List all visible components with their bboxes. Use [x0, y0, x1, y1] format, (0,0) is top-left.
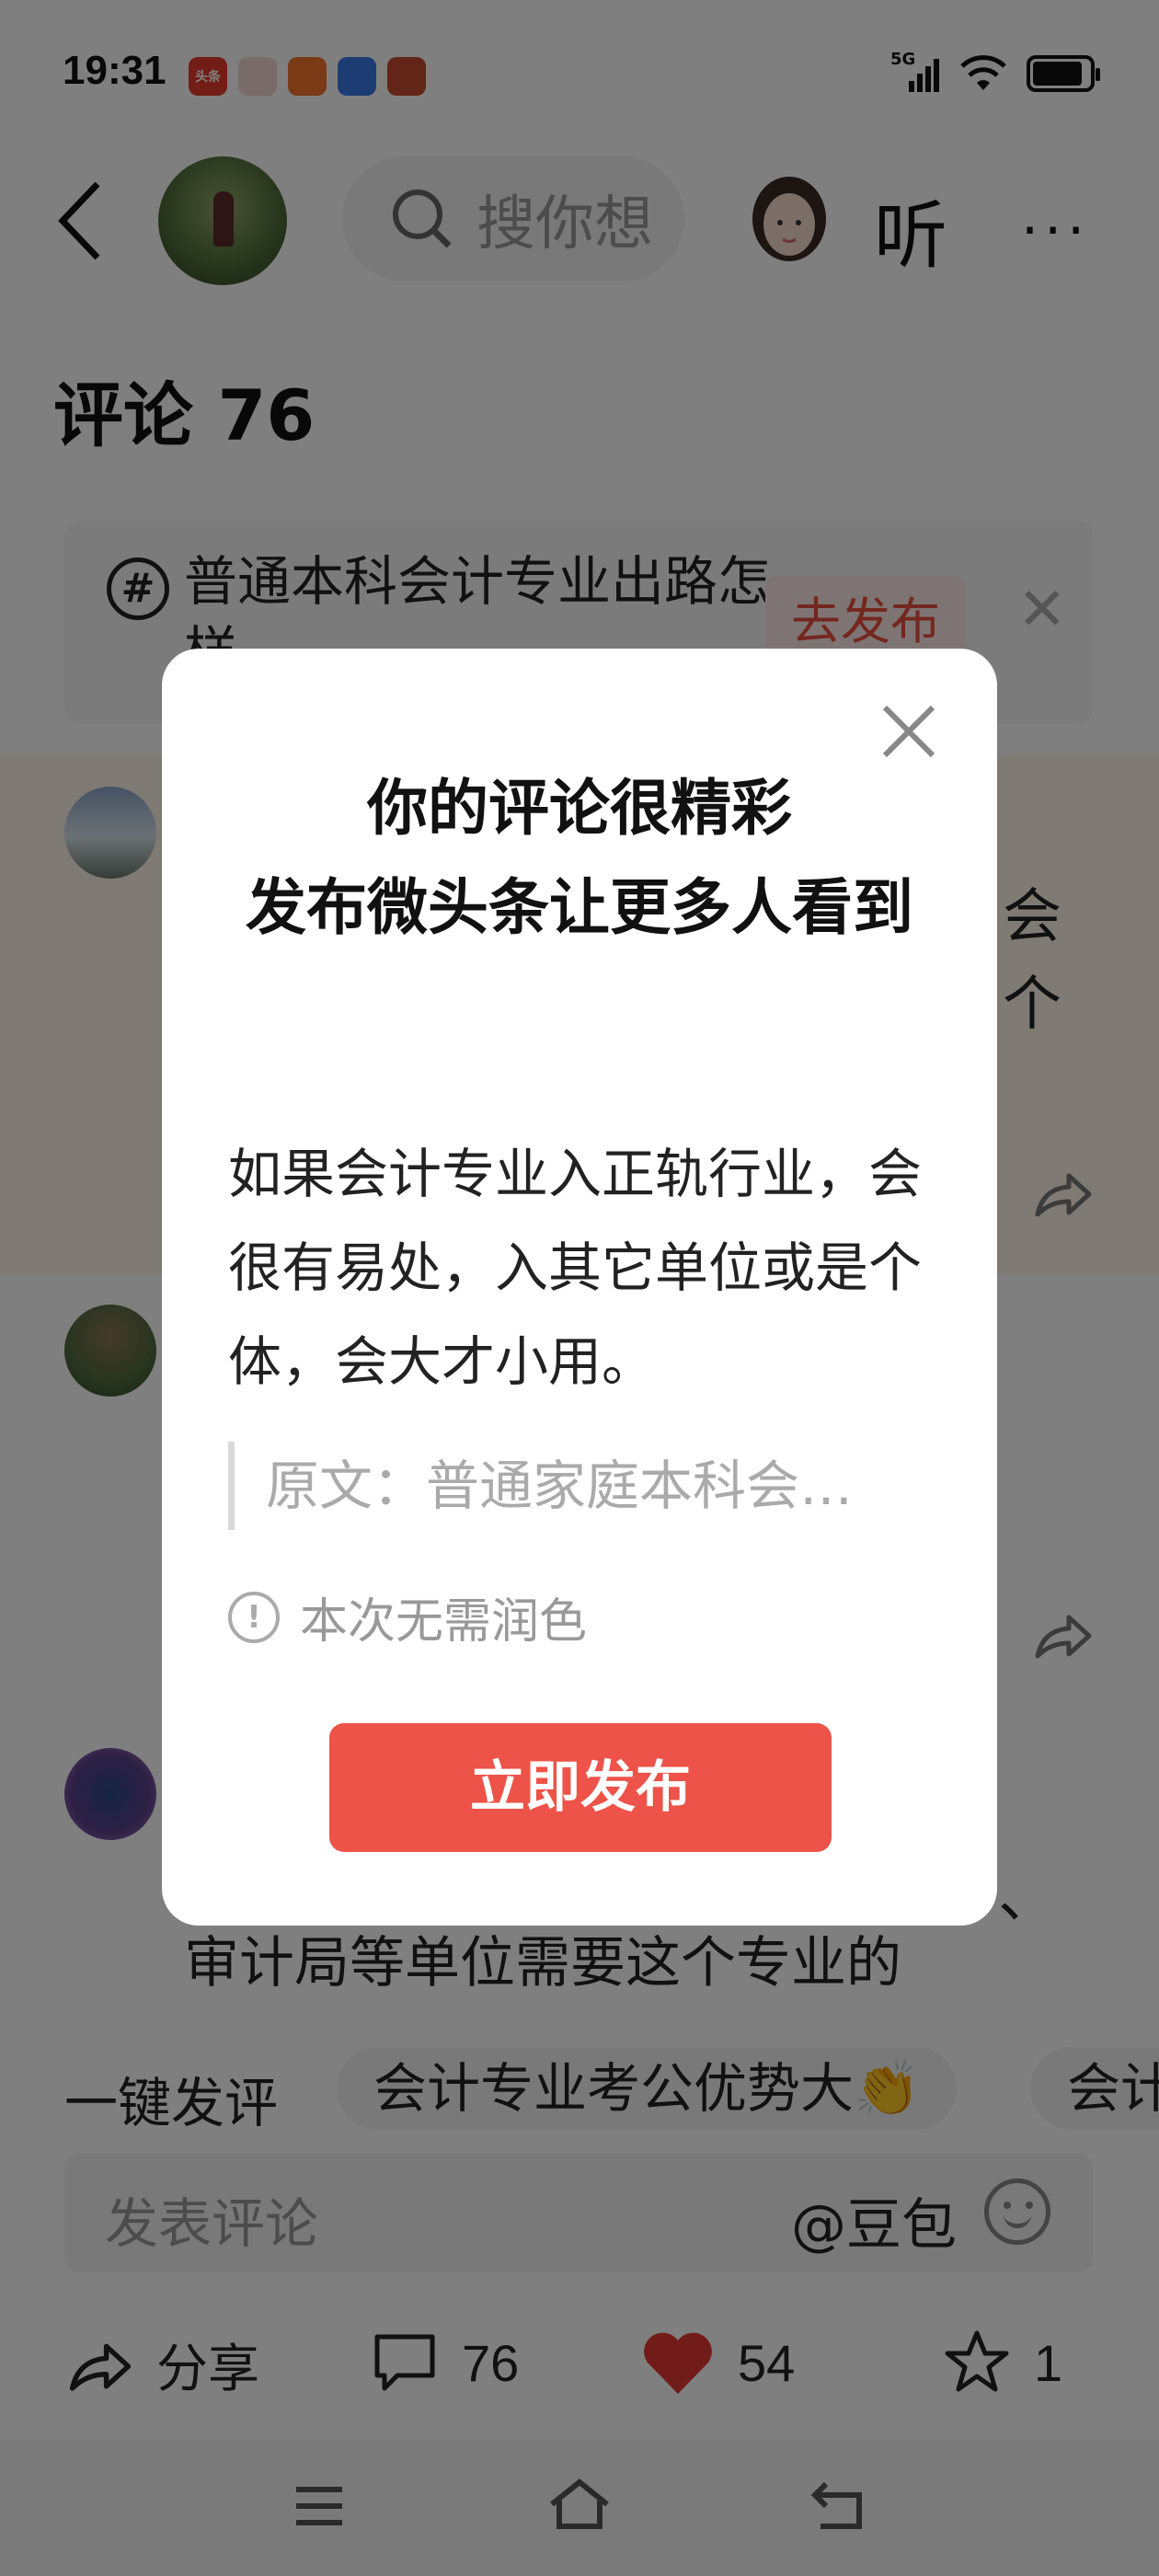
publish-suggestion-dialog: 你的评论很精彩 发布微头条让更多人看到 如果会计专业入正轨行业，会很有易处，入其… [162, 649, 997, 1926]
close-icon[interactable] [878, 700, 940, 763]
dialog-comment-text: 如果会计专业入正轨行业，会很有易处，入其它单位或是个体，会大才小用。 [228, 1143, 923, 1393]
dialog-title: 你的评论很精彩 发布微头条让更多人看到 [217, 759, 942, 958]
original-quote: 原文：普通家庭本科会… [228, 1442, 931, 1530]
dialog-title-line: 你的评论很精彩 [367, 773, 792, 844]
dialog-title-line: 发布微头条让更多人看到 [246, 872, 913, 943]
publish-now-button[interactable]: 立即发布 [329, 1723, 832, 1852]
polish-note-text: 本次无需润色 [300, 1594, 588, 1650]
info-icon: ! [228, 1591, 280, 1643]
polish-note: ! 本次无需润色 [228, 1582, 587, 1651]
